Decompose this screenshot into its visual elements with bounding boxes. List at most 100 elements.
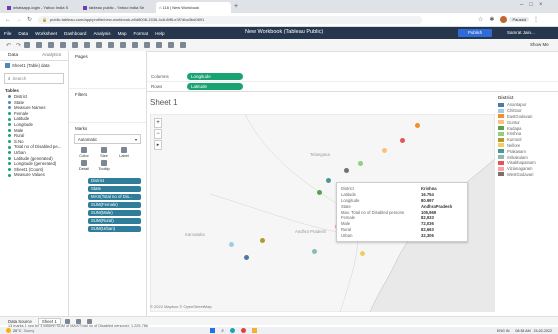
- browser-tab[interactable]: tableau public - Yahoo India Se: [80, 2, 155, 13]
- mark-field-pill[interactable]: SUM(Urban): [88, 226, 141, 232]
- map-marker[interactable]: [400, 138, 405, 143]
- map-marker[interactable]: [415, 123, 420, 128]
- new-sheet-tab-icon[interactable]: [64, 318, 70, 324]
- field-search[interactable]: ⌕ Search: [4, 73, 64, 84]
- mark-field-pill[interactable]: SUM(Rural): [88, 218, 141, 224]
- map-marker[interactable]: [317, 190, 322, 195]
- duplicate-sheet-icon[interactable]: [48, 42, 55, 48]
- map-marker[interactable]: [358, 161, 363, 166]
- map-marker[interactable]: [382, 148, 387, 153]
- mark-button-label[interactable]: Label: [114, 147, 134, 158]
- undo-icon[interactable]: ↶: [6, 42, 11, 49]
- map-view[interactable]: Telangana Karnataka Andhra Pradesh + − ▸…: [150, 114, 495, 312]
- data-source-tab[interactable]: Data Source: [8, 319, 32, 324]
- clock-date[interactable]: 24-02-2022: [534, 329, 552, 333]
- chrome-icon[interactable]: [241, 328, 247, 333]
- columns-shelf[interactable]: Columns Longitude: [147, 72, 558, 82]
- browser-tab[interactable]: whatsapp-login - Yahoo India S: [4, 2, 79, 13]
- zoom-in-icon[interactable]: +: [154, 118, 162, 128]
- menu-icon[interactable]: ⋮: [533, 16, 539, 23]
- fix-axes-icon[interactable]: [156, 42, 163, 48]
- map-marker[interactable]: [360, 251, 365, 256]
- new-dashboard-tab-icon[interactable]: [75, 318, 81, 324]
- menu-format[interactable]: Format: [134, 31, 149, 36]
- forward-icon[interactable]: →: [16, 17, 22, 23]
- weather-icon[interactable]: [6, 328, 11, 333]
- extensions-icon[interactable]: ✱: [489, 16, 494, 23]
- show-me-button[interactable]: Show Me: [530, 42, 549, 47]
- highlight-icon[interactable]: [108, 42, 115, 48]
- menu-analysis[interactable]: Analysis: [93, 31, 110, 36]
- rows-shelf[interactable]: Rows Latitude: [147, 82, 558, 92]
- sort-asc-icon[interactable]: [84, 42, 91, 48]
- latitude-pill[interactable]: Latitude: [187, 83, 243, 90]
- clear-sheet-icon[interactable]: [60, 42, 67, 48]
- map-marker[interactable]: [312, 249, 317, 254]
- mark-button-color[interactable]: Color: [74, 147, 94, 158]
- map-marker[interactable]: [229, 242, 234, 247]
- new-sheet-icon[interactable]: [36, 42, 43, 48]
- menu-dashboard[interactable]: Dashboard: [64, 31, 86, 36]
- map-attribution[interactable]: © 2022 Mapbox © OpenStreetMap: [150, 304, 212, 309]
- edge-icon[interactable]: [230, 328, 236, 333]
- fit-icon[interactable]: [144, 42, 151, 48]
- mark-field-pill[interactable]: MAX(Total no of Dis...: [88, 194, 141, 200]
- avatar[interactable]: [500, 16, 508, 23]
- mark-button-tooltip[interactable]: Tooltip: [94, 160, 114, 171]
- sort-desc-icon[interactable]: [96, 42, 103, 48]
- window-controls-icon[interactable]: –□×: [520, 2, 548, 8]
- file-explorer-icon[interactable]: [252, 328, 258, 333]
- zoom-out-icon[interactable]: −: [154, 129, 162, 139]
- mark-field-pill[interactable]: State: [88, 186, 141, 192]
- sheet-title[interactable]: Sheet 1: [150, 98, 178, 107]
- filters-card-title[interactable]: Filters: [69, 88, 146, 100]
- browser-tab-active[interactable]: ⌂ 118 | New Workbook: [156, 2, 231, 13]
- mark-button-detail[interactable]: Detail: [74, 160, 94, 171]
- map-marker[interactable]: [244, 255, 249, 260]
- lang-indicator[interactable]: ENG IN: [497, 329, 509, 333]
- pages-card-title[interactable]: Pages: [69, 51, 146, 62]
- data-source-item[interactable]: Sheet1 (Table) data: [0, 61, 68, 70]
- bookmark-icon[interactable]: ☆: [478, 16, 483, 23]
- legend-item[interactable]: WestGodavari: [498, 172, 556, 178]
- clock-time[interactable]: 08:38 AM: [515, 329, 530, 333]
- chart-icon[interactable]: [168, 42, 175, 48]
- reload-icon[interactable]: ↻: [27, 16, 32, 23]
- mark-field-pill[interactable]: District: [88, 178, 141, 184]
- start-icon[interactable]: [210, 328, 216, 333]
- search-input[interactable]: Search: [13, 76, 27, 81]
- redo-icon[interactable]: ↷: [16, 42, 21, 49]
- field-item[interactable]: Measure Values: [8, 172, 68, 178]
- mark-field-pill[interactable]: SUM(Female): [88, 202, 141, 208]
- new-story-tab-icon[interactable]: [86, 318, 92, 324]
- back-icon[interactable]: ←: [5, 17, 11, 23]
- mark-button-label: Label: [119, 153, 129, 158]
- mark-type-dropdown[interactable]: Automatic ▾: [74, 134, 141, 144]
- presentation-icon[interactable]: [180, 42, 187, 48]
- new-datasource-icon[interactable]: [24, 42, 31, 48]
- user-menu[interactable]: Samrat Jain...: [507, 30, 535, 35]
- menu-file[interactable]: File: [4, 31, 11, 36]
- new-tab-icon[interactable]: +: [234, 3, 238, 10]
- menu-help[interactable]: Help: [155, 31, 164, 36]
- group-icon[interactable]: [120, 42, 127, 48]
- map-marker[interactable]: [326, 178, 331, 183]
- map-marker[interactable]: [260, 238, 265, 243]
- map-marker[interactable]: [344, 168, 349, 173]
- mark-button-size[interactable]: Size: [94, 147, 114, 158]
- menu-map[interactable]: Map: [118, 31, 127, 36]
- weather-temp[interactable]: 26°C: [13, 329, 21, 333]
- publish-button[interactable]: Publish: [458, 29, 493, 37]
- tab-data[interactable]: Data: [8, 53, 18, 58]
- menu-worksheet[interactable]: Worksheet: [35, 31, 57, 36]
- longitude-pill[interactable]: Longitude: [187, 73, 243, 80]
- mark-field-pill[interactable]: SUM(Male): [88, 210, 141, 216]
- url-field[interactable]: 🔒 public.tableau.com/app/profile/new-wor…: [38, 15, 423, 24]
- label-icon[interactable]: [132, 42, 139, 48]
- menu-data[interactable]: Data: [18, 31, 28, 36]
- search-icon[interactable]: ⌕: [221, 328, 224, 334]
- profile-status-badge[interactable]: Paused: [509, 17, 530, 22]
- swap-icon[interactable]: [72, 42, 79, 48]
- pan-icon[interactable]: ▸: [154, 140, 162, 150]
- tab-analytics[interactable]: Analytics: [42, 53, 61, 58]
